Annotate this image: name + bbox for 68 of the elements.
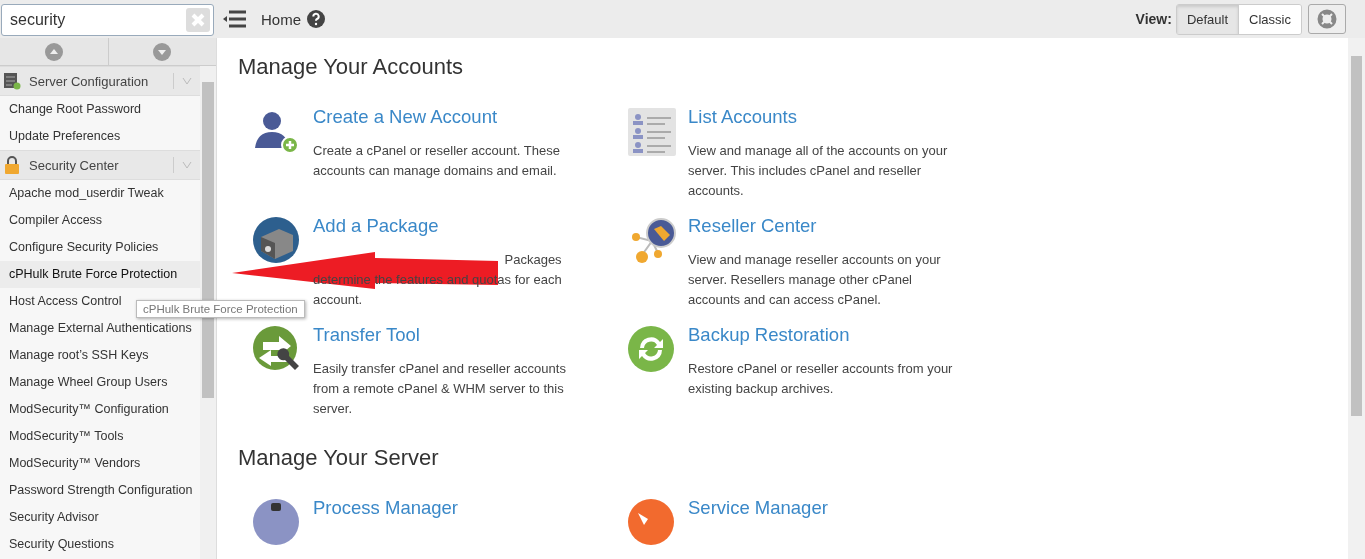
sidebar-item[interactable]: Configure Security Policies bbox=[0, 234, 200, 261]
card-description: accounts and can access cPanel. bbox=[688, 291, 882, 309]
server-icon bbox=[3, 72, 21, 90]
contact-list-icon bbox=[628, 108, 676, 156]
package-icon bbox=[253, 217, 299, 263]
arrow-down-icon bbox=[153, 42, 172, 61]
card-description: Create a cPanel or reseller account. These bbox=[313, 142, 560, 160]
refresh-icon bbox=[628, 326, 674, 372]
card-title-link[interactable]: List Accounts bbox=[688, 106, 948, 128]
card-description: server. Resellers manage other cPanel bbox=[688, 271, 913, 289]
card-title-link[interactable]: Add a Package bbox=[313, 215, 562, 237]
view-label: View: bbox=[1135, 11, 1172, 27]
sidebar-item[interactable]: ModSecurity™ Configuration bbox=[0, 396, 200, 423]
chevron-icon[interactable] bbox=[182, 161, 192, 169]
process-icon bbox=[253, 499, 299, 545]
sidebar-item[interactable]: ModSecurity™ Tools bbox=[0, 423, 200, 450]
service-icon bbox=[628, 499, 674, 545]
collapse-menu-icon[interactable] bbox=[223, 10, 247, 28]
card-description: existing backup archives. bbox=[688, 380, 835, 398]
sidebar-item[interactable]: Security Advisor bbox=[0, 504, 200, 531]
support-button[interactable] bbox=[1308, 4, 1346, 34]
section-heading: Manage Your Server bbox=[238, 445, 440, 471]
help-icon[interactable] bbox=[307, 10, 325, 28]
card-description: Easily transfer cPanel and reseller accounts bbox=[313, 360, 566, 378]
card-title-link[interactable]: Backup Restoration bbox=[688, 324, 953, 346]
card-title-link[interactable]: Transfer Tool bbox=[313, 324, 566, 346]
sidebar-item[interactable]: Manage Wheel Group Users bbox=[0, 369, 200, 396]
sidebar-item[interactable]: Security Questions bbox=[0, 531, 200, 558]
sidebar-item[interactable]: ModSecurity™ Vendors bbox=[0, 450, 200, 477]
lifebuoy-icon bbox=[1317, 9, 1337, 29]
card-description: account. bbox=[313, 291, 364, 309]
chevron-icon[interactable] bbox=[182, 77, 192, 85]
card-title-link[interactable]: Service Manager bbox=[688, 497, 828, 519]
card-title-link[interactable]: Create a New Account bbox=[313, 106, 560, 128]
view-option[interactable]: Default bbox=[1176, 4, 1240, 34]
card-description: Restore cPanel or reseller accounts from your bbox=[688, 360, 953, 378]
card-description: accounts can manage domains and email. bbox=[313, 162, 558, 180]
section-heading: Manage Your Accounts bbox=[238, 54, 465, 80]
card-title-link[interactable]: Process Manager bbox=[313, 497, 458, 519]
card-description: Packages bbox=[504, 251, 562, 269]
view-option[interactable]: Classic bbox=[1239, 4, 1301, 34]
scrollbar[interactable] bbox=[1348, 38, 1365, 559]
card-description: from a remote cPanel & WHM server to this bbox=[313, 380, 565, 398]
card-title-link[interactable]: Reseller Center bbox=[688, 215, 941, 237]
breadcrumb[interactable]: Home bbox=[261, 10, 301, 28]
sidebar-item[interactable]: Manage root’s SSH Keys bbox=[0, 342, 200, 369]
sidebar-item[interactable]: Apache mod_userdir Tweak bbox=[0, 180, 200, 207]
sidebar-item[interactable]: Update Preferences bbox=[0, 123, 200, 150]
card-description: accounts. bbox=[688, 182, 745, 200]
card-description: server. bbox=[313, 400, 353, 418]
card-description: View and manage reseller accounts on your bbox=[688, 251, 941, 269]
card-description: server. This includes cPanel and reseller bbox=[688, 162, 923, 180]
sidebar-item[interactable]: cPHulk Brute Force Protection bbox=[0, 261, 200, 288]
arrow-up-icon bbox=[44, 42, 63, 61]
section-title: Server Configuration bbox=[29, 73, 150, 89]
sidebar-item[interactable]: Manage External Authentications bbox=[0, 315, 200, 342]
card-description: View and manage all of the accounts on your bbox=[688, 142, 948, 160]
section-title: Security Center bbox=[29, 157, 120, 173]
tooltip: cPHulk Brute Force Protection bbox=[136, 300, 305, 318]
sidebar-item[interactable]: Compiler Access bbox=[0, 207, 200, 234]
close-icon bbox=[190, 11, 206, 28]
search-field[interactable]: security bbox=[1, 3, 214, 36]
sidebar-item[interactable]: Change Root Password bbox=[0, 96, 200, 123]
sidebar-item[interactable]: Password Strength Configuration bbox=[0, 477, 200, 504]
lock-icon bbox=[3, 156, 21, 174]
sidebar-section-header[interactable]: Security Center bbox=[0, 150, 200, 180]
clear-button[interactable] bbox=[186, 7, 210, 32]
sidebar-section-header[interactable]: Server Configuration bbox=[0, 66, 200, 96]
